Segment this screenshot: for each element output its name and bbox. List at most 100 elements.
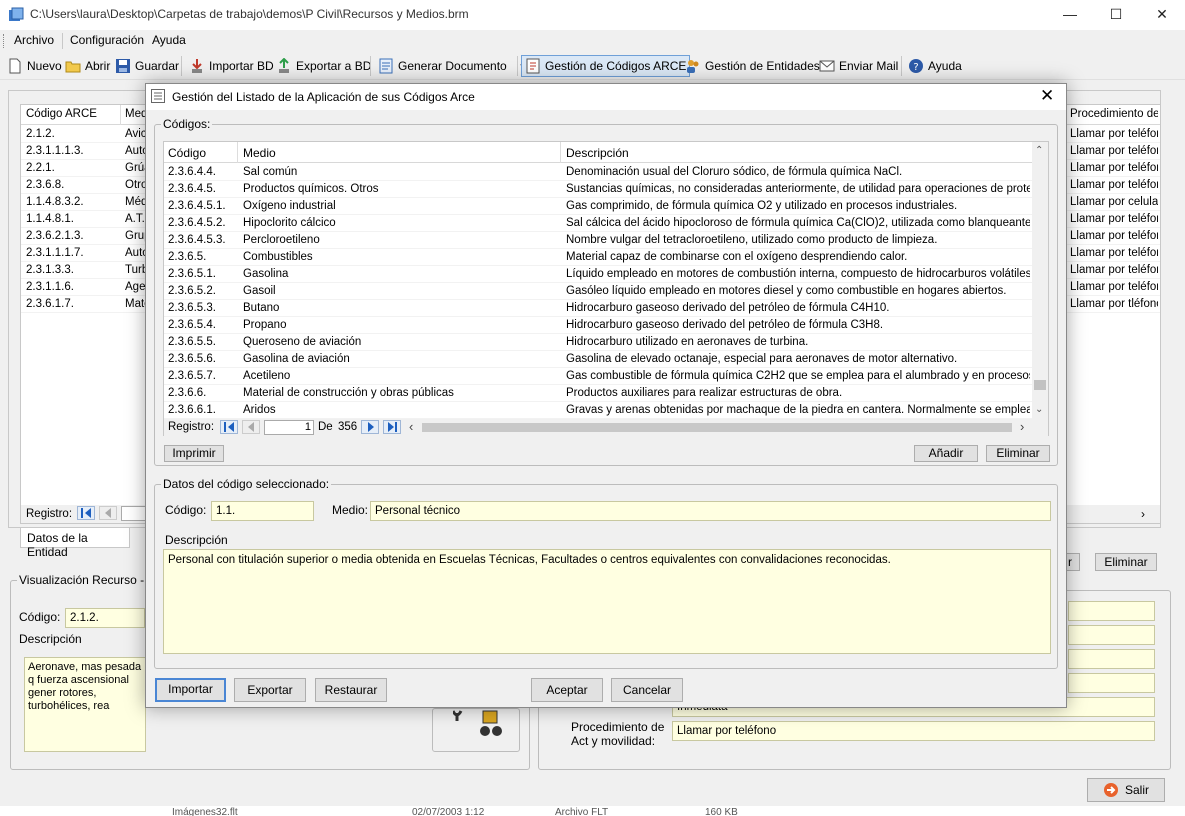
prev-record-button[interactable] bbox=[242, 420, 260, 434]
bg-codigo-label: Código: bbox=[19, 610, 61, 624]
prev-record-button[interactable] bbox=[99, 506, 117, 520]
scroll-right-icon[interactable]: › bbox=[1141, 507, 1145, 521]
generar-documento-button[interactable]: Generar Documento ▼ bbox=[375, 55, 530, 77]
last-record-button[interactable] bbox=[383, 420, 401, 434]
menu-archivo[interactable]: Archivo bbox=[14, 33, 54, 47]
column-header-medio[interactable]: Medio bbox=[243, 146, 276, 160]
exportar-bd-button[interactable]: Exportar a BD bbox=[273, 55, 374, 77]
descripcion-cell: Productos auxiliares para realizar estru… bbox=[566, 387, 843, 399]
codigo-row[interactable]: 2.3.6.4.5.2. Hipoclorito cálcico Sal cálci… bbox=[164, 215, 1032, 232]
tab-datos-entidad[interactable]: Datos de la Entidad bbox=[20, 528, 130, 559]
codigo-cell: 2.3.6.4.4. bbox=[168, 166, 216, 178]
column-header-descripcion[interactable]: Descripción bbox=[566, 146, 629, 160]
bg-field-4[interactable] bbox=[1068, 673, 1155, 693]
abrir-button[interactable]: Abrir bbox=[62, 55, 113, 77]
gestion-entidades-button[interactable]: Gestión de Entidades bbox=[682, 55, 823, 77]
footer-file-type: Archivo FLT bbox=[555, 807, 609, 816]
codigo-row[interactable]: 2.3.6.5.2. Gasoil Gasóleo líquido empleado… bbox=[164, 283, 1032, 300]
anadir-button[interactable]: Añadir bbox=[914, 445, 978, 462]
descripcion-cell: Gas comprimido, de fórmula química O2 y … bbox=[566, 200, 958, 212]
codigos-group-title: Códigos: bbox=[161, 117, 213, 131]
bg-procedimiento-label: Procedimiento de Act y movilidad: bbox=[571, 720, 665, 748]
codigo-row[interactable]: 2.3.6.5.4. Propano Hidrocarburo gaseoso de… bbox=[164, 317, 1032, 334]
entity-code-cell: 1.1.4.8.1. bbox=[26, 213, 74, 225]
mail-icon bbox=[819, 58, 835, 74]
medio-cell: Material de construcción y obras pública… bbox=[243, 387, 454, 399]
codigo-row[interactable]: 2.3.6.4.5.3. Percloroetileno Nombre vulgar… bbox=[164, 232, 1032, 249]
codigos-arce-dialog: Gestión del Listado de la Aplicación de … bbox=[145, 83, 1067, 708]
scroll-thumb[interactable] bbox=[1034, 380, 1046, 390]
close-icon[interactable]: ✕ bbox=[1139, 0, 1185, 30]
bg-procedimiento-field[interactable]: Llamar por teléfono bbox=[672, 721, 1155, 741]
window-title-bar: C:\Users\laura\Desktop\Carpetas de traba… bbox=[0, 0, 1185, 30]
menu-ayuda[interactable]: Ayuda bbox=[152, 33, 186, 47]
bg-field-2[interactable] bbox=[1068, 625, 1155, 645]
column-header-codigo-arce[interactable]: Código ARCE bbox=[26, 108, 97, 120]
codigo-row[interactable]: 2.3.6.4.5. Productos químicos. Otros Susta… bbox=[164, 181, 1032, 198]
entity-medio-cell: Auto bbox=[125, 145, 147, 157]
hscroll-right-icon[interactable]: › bbox=[1020, 419, 1024, 434]
nuevo-button[interactable]: Nuevo bbox=[4, 55, 65, 77]
bg-eliminar-button[interactable]: Eliminar bbox=[1095, 553, 1157, 571]
medio-cell: Acetileno bbox=[243, 370, 291, 382]
first-record-button[interactable] bbox=[77, 506, 95, 520]
guardar-button[interactable]: Guardar bbox=[112, 55, 182, 77]
codigo-row[interactable]: 2.3.6.4.5.1. Oxígeno industrial Gas compri… bbox=[164, 198, 1032, 215]
entity-medio-cell: Agei bbox=[125, 281, 147, 293]
column-header-codigo[interactable]: Código bbox=[168, 146, 206, 160]
dialog-close-icon[interactable]: ✕ bbox=[1040, 86, 1054, 106]
descripcion-field[interactable]: Personal con titulación superior o media… bbox=[163, 549, 1051, 654]
importar-button[interactable]: Importar bbox=[155, 678, 226, 702]
codigo-row[interactable]: 2.3.6.5.6. Gasolina de aviación Gasolina d… bbox=[164, 351, 1032, 368]
imprimir-button[interactable]: Imprimir bbox=[164, 445, 224, 462]
scroll-up-icon[interactable]: ⌃ bbox=[1035, 145, 1043, 156]
ayuda-button[interactable]: ? Ayuda bbox=[905, 55, 965, 77]
maximize-icon[interactable]: ☐ bbox=[1093, 0, 1139, 30]
entity-code-cell: 2.3.1.1.1.7. bbox=[26, 247, 84, 259]
hscroll-thumb[interactable] bbox=[422, 423, 1012, 432]
restaurar-button[interactable]: Restaurar bbox=[315, 678, 387, 702]
minimize-icon[interactable]: — bbox=[1047, 0, 1093, 30]
descripcion-cell: Sustancias químicas, no consideradas ant… bbox=[566, 183, 1030, 195]
entity-proc-cell: Llamar por teléfono bbox=[1070, 264, 1158, 276]
codigo-cell: 2.3.6.5.5. bbox=[168, 336, 216, 348]
bg-codigo-field[interactable]: 2.1.2. bbox=[65, 608, 145, 628]
bg-field-1[interactable] bbox=[1068, 601, 1155, 621]
codigo-row[interactable]: 2.3.6.4.4. Sal común Denominación usual de… bbox=[164, 164, 1032, 181]
bg-descripcion-field[interactable]: Aeronave, mas pesada q fuerza ascensiona… bbox=[24, 657, 146, 752]
descripcion-cell: Hidrocarburo gaseoso derivado del petról… bbox=[566, 319, 884, 331]
codigo-row[interactable]: 2.3.6.6.1. Áridos Gravas y arenas obtenida… bbox=[164, 402, 1032, 419]
background-window-strip: Imágenes32.flt 02/07/2003 1:12 Archivo F… bbox=[0, 806, 1185, 816]
codigo-row[interactable]: 2.3.6.5. Combustibles Material capaz de co… bbox=[164, 249, 1032, 266]
codigos-vertical-scrollbar[interactable]: ⌃ ⌄ bbox=[1032, 142, 1048, 419]
importar-bd-button[interactable]: Importar BD bbox=[186, 55, 277, 77]
codigo-row[interactable]: 2.3.6.5.1. Gasolina Líquido empleado en mo… bbox=[164, 266, 1032, 283]
eliminar-button[interactable]: Eliminar bbox=[986, 445, 1050, 462]
exportar-button[interactable]: Exportar bbox=[234, 678, 306, 702]
descripcion-cell: Líquido empleado en motores de combustió… bbox=[566, 268, 1030, 280]
column-header-procedimiento[interactable]: Procedimiento de bbox=[1070, 108, 1158, 120]
aceptar-button[interactable]: Aceptar bbox=[531, 678, 603, 702]
first-record-button[interactable] bbox=[220, 420, 238, 434]
medio-field[interactable]: Personal técnico bbox=[370, 501, 1051, 521]
codigo-row[interactable]: 2.3.6.5.7. Acetileno Gas combustible de fó… bbox=[164, 368, 1032, 385]
next-record-button[interactable] bbox=[361, 420, 379, 434]
scroll-down-icon[interactable]: ⌄ bbox=[1035, 404, 1043, 415]
medio-cell: Gasoil bbox=[243, 285, 276, 297]
salir-button[interactable]: Salir bbox=[1087, 778, 1165, 802]
footer-file-name: Imágenes32.flt bbox=[172, 807, 238, 816]
codigo-row[interactable]: 2.3.6.5.5. Queroseno de aviación Hidrocarb… bbox=[164, 334, 1032, 351]
codigo-row[interactable]: 2.3.6.6. Material de construcción y obras… bbox=[164, 385, 1032, 402]
hscroll-left-icon[interactable]: ‹ bbox=[409, 419, 413, 434]
codigo-field[interactable]: 1.1. bbox=[211, 501, 314, 521]
entity-medio-cell: Grúa bbox=[125, 162, 147, 174]
enviar-mail-button[interactable]: Enviar Mail bbox=[816, 55, 901, 77]
medio-label: Medio: bbox=[332, 503, 369, 517]
gestion-codigos-arce-button[interactable]: Gestión de Códigos ARCE bbox=[521, 55, 691, 77]
codigo-row[interactable]: 2.3.6.5.3. Butano Hidrocarburo gaseoso der… bbox=[164, 300, 1032, 317]
menu-configuracion[interactable]: Configuración bbox=[70, 33, 144, 47]
bg-field-3[interactable] bbox=[1068, 649, 1155, 669]
cancelar-button[interactable]: Cancelar bbox=[611, 678, 683, 702]
toolbar-separator bbox=[517, 56, 518, 76]
record-number-input[interactable]: 1 bbox=[264, 420, 314, 435]
